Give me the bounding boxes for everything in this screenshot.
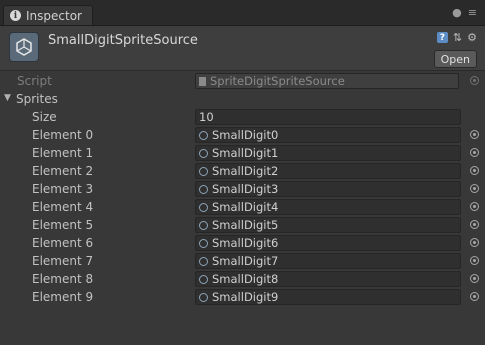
sprite-object-field[interactable]: SmallDigit6 [195, 235, 461, 251]
tab-label: Inspector [26, 8, 82, 23]
sprite-value: SmallDigit6 [212, 236, 279, 250]
object-picker-icon[interactable] [470, 202, 479, 211]
sprite-value: SmallDigit3 [212, 182, 279, 196]
element-label: Element 0 [32, 128, 94, 142]
size-label: Size [32, 110, 57, 124]
list-item: Element 1 SmallDigit1 [0, 145, 485, 163]
sprite-icon [199, 256, 208, 266]
sprite-object-field[interactable]: SmallDigit8 [195, 271, 461, 287]
script-file-icon [199, 76, 206, 86]
sprite-icon [199, 238, 208, 248]
element-label: Element 6 [32, 236, 94, 250]
sprite-value: SmallDigit9 [212, 290, 279, 304]
element-label: Element 3 [32, 182, 94, 196]
gear-icon[interactable]: ⚙ [467, 31, 477, 44]
sprite-object-field[interactable]: SmallDigit0 [195, 127, 461, 143]
sprites-label: Sprites [16, 92, 58, 106]
object-picker-icon[interactable] [470, 130, 479, 139]
header-icons: ? ⇅ ⚙ [436, 31, 477, 44]
object-picker-icon[interactable] [470, 148, 479, 157]
component-header: SmallDigitSpriteSource ? ⇅ ⚙ Open [0, 26, 485, 71]
sprite-object-field[interactable]: SmallDigit4 [195, 199, 461, 215]
script-value: SpriteDigitSpriteSource [210, 74, 345, 88]
size-row: Size 10 [0, 109, 485, 127]
list-item: Element 3 SmallDigit3 [0, 181, 485, 199]
object-picker-icon[interactable] [470, 184, 479, 193]
sprite-icon [199, 202, 208, 212]
sprite-value: SmallDigit5 [212, 218, 279, 232]
sprite-icon [199, 130, 208, 140]
element-label: Element 7 [32, 254, 94, 268]
list-item: Element 2 SmallDigit2 [0, 163, 485, 181]
list-item: Element 4 SmallDigit4 [0, 199, 485, 217]
component-title: SmallDigitSpriteSource [48, 33, 198, 48]
tab-controls: ● ≡ [452, 6, 477, 19]
sprite-icon [199, 184, 208, 194]
help-icon[interactable]: ? [436, 32, 448, 43]
tab-inspector[interactable]: i Inspector [3, 5, 93, 25]
lock-icon[interactable]: ● [452, 6, 462, 19]
tab-bar: i Inspector ● ≡ [0, 0, 485, 26]
sprite-value: SmallDigit8 [212, 272, 279, 286]
object-picker-icon[interactable] [470, 274, 479, 283]
sprite-icon [199, 148, 208, 158]
object-picker-icon[interactable] [470, 256, 479, 265]
size-value: 10 [199, 110, 214, 124]
script-label: Script [17, 74, 52, 88]
sprite-object-field[interactable]: SmallDigit1 [195, 145, 461, 161]
sprite-object-field[interactable]: SmallDigit9 [195, 289, 461, 305]
sprite-icon [199, 220, 208, 230]
unity-script-icon [9, 32, 39, 62]
script-row: Script SpriteDigitSpriteSource [0, 73, 485, 91]
object-picker-icon[interactable] [470, 166, 479, 175]
list-item: Element 8 SmallDigit8 [0, 271, 485, 289]
element-label: Element 8 [32, 272, 94, 286]
menu-icon[interactable]: ≡ [468, 6, 477, 19]
object-picker-icon [470, 76, 479, 85]
list-item: Element 9 SmallDigit9 [0, 289, 485, 307]
script-field: SpriteDigitSpriteSource [195, 73, 459, 89]
sprite-object-field[interactable]: SmallDigit7 [195, 253, 461, 269]
element-label: Element 5 [32, 218, 94, 232]
presets-icon[interactable]: ⇅ [453, 31, 462, 44]
list-item: Element 7 SmallDigit7 [0, 253, 485, 271]
sprite-value: SmallDigit1 [212, 146, 279, 160]
list-item: Element 5 SmallDigit5 [0, 217, 485, 235]
element-label: Element 2 [32, 164, 94, 178]
open-button[interactable]: Open [433, 50, 477, 68]
sprite-value: SmallDigit0 [212, 128, 279, 142]
object-picker-icon[interactable] [470, 238, 479, 247]
sprite-value: SmallDigit2 [212, 164, 279, 178]
sprite-icon [199, 274, 208, 284]
sprite-value: SmallDigit4 [212, 200, 279, 214]
list-item: Element 0 SmallDigit0 [0, 127, 485, 145]
sprite-icon [199, 166, 208, 176]
sprite-value: SmallDigit7 [212, 254, 279, 268]
element-label: Element 9 [32, 290, 94, 304]
sprite-object-field[interactable]: SmallDigit2 [195, 163, 461, 179]
element-label: Element 1 [32, 146, 94, 160]
sprite-object-field[interactable]: SmallDigit3 [195, 181, 461, 197]
object-picker-icon[interactable] [470, 220, 479, 229]
foldout-arrow-icon[interactable]: ▼ [4, 93, 11, 103]
element-label: Element 4 [32, 200, 94, 214]
size-input[interactable]: 10 [195, 109, 461, 125]
object-picker-icon[interactable] [470, 292, 479, 301]
sprite-icon [199, 292, 208, 302]
list-item: Element 6 SmallDigit6 [0, 235, 485, 253]
sprite-object-field[interactable]: SmallDigit5 [195, 217, 461, 233]
info-icon: i [10, 10, 21, 21]
sprites-foldout[interactable]: ▼ Sprites [0, 91, 485, 109]
